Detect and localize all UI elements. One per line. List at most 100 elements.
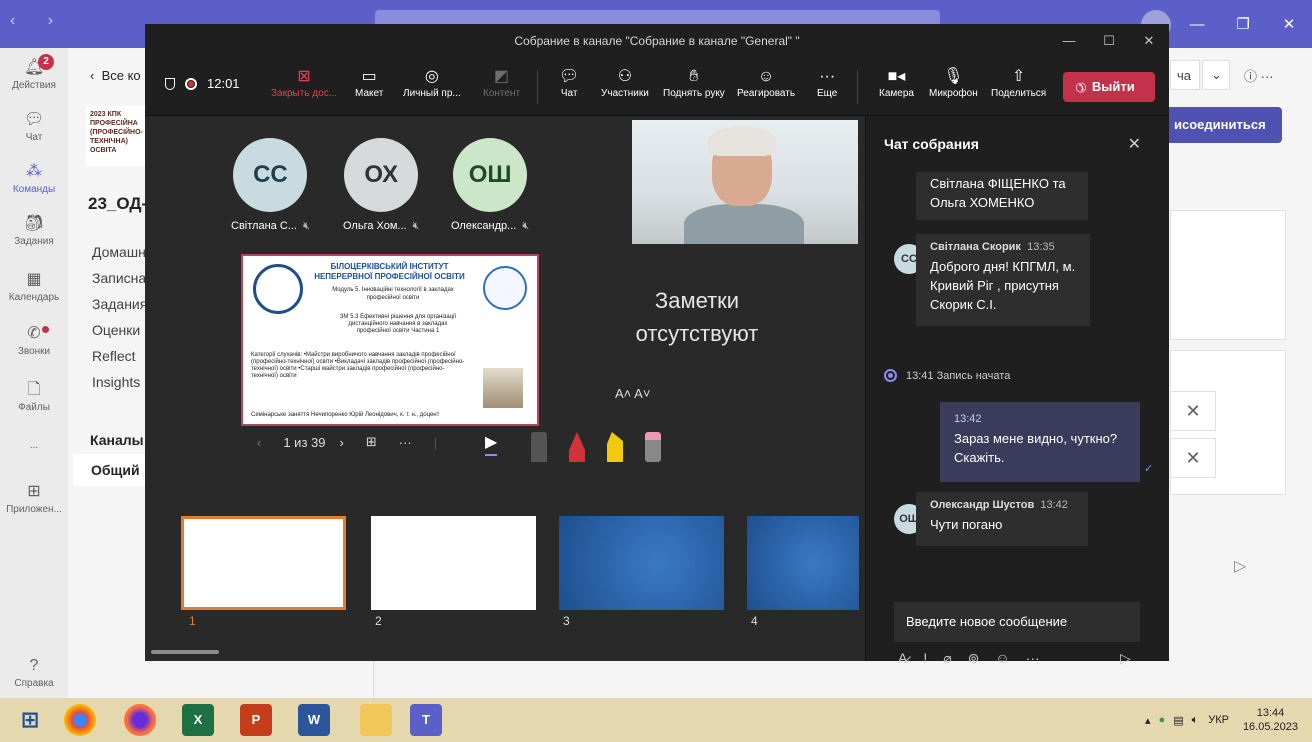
attach-icon[interactable]: ⌀ (943, 650, 951, 667)
separator (537, 70, 538, 104)
rail-teams[interactable]: ⁂ Команды (0, 162, 68, 195)
security-icon[interactable]: ● (1159, 714, 1166, 726)
phone-icon: ✆ (27, 325, 41, 342)
language-indicator[interactable]: УКР (1208, 714, 1229, 726)
pen-icon[interactable] (531, 432, 547, 462)
rail-help[interactable]: ? Справка (0, 656, 68, 689)
back-link[interactable]: ‹ Все ко (90, 68, 141, 83)
content-button[interactable]: ◩ Контент (483, 66, 520, 99)
excel-icon[interactable]: X (182, 704, 214, 736)
leave-button[interactable]: ✆ Выйти (1063, 72, 1155, 102)
slide-thumbnail[interactable] (181, 516, 346, 610)
slide-module: Модуль 5. Інноваційні технології в закла… (332, 287, 454, 301)
minimize-icon[interactable]: — (1174, 0, 1220, 48)
channels-heading[interactable]: Каналы (90, 432, 144, 448)
marker-red-icon[interactable] (569, 432, 585, 462)
video-feed[interactable] (632, 120, 858, 244)
chat-message-meta: Олександр Шустов 13:42 (930, 496, 1074, 515)
more-button[interactable]: ··· Еще (817, 66, 837, 99)
chevron-down-icon[interactable]: ⌄ (1202, 60, 1230, 90)
format-icon[interactable]: A̷ (898, 650, 907, 667)
clock-date: 16.05.2023 (1242, 721, 1298, 733)
raise-hand-button[interactable]: ✋︎ Поднять руку (663, 66, 725, 99)
rail-label: Задания (14, 236, 54, 247)
nav-grades[interactable]: Оценки (92, 322, 140, 338)
nav-insights[interactable]: Insights (92, 374, 140, 390)
camera-label: Камера (879, 88, 914, 99)
slide-thumbnail[interactable] (747, 516, 859, 610)
eraser-icon[interactable] (645, 432, 661, 462)
send-icon[interactable]: ▷ (1120, 650, 1131, 667)
grid-view-icon[interactable]: ⊞ (366, 434, 377, 450)
dismiss-icon[interactable]: ✕ (1170, 438, 1216, 478)
share-button[interactable]: ⇧ Поделиться (991, 66, 1046, 99)
more-icon[interactable]: ··· (1026, 650, 1040, 667)
layout-button[interactable]: ▭ Макет (355, 66, 383, 99)
compose-toolbar: A̷ ! ⌀ ⊚ ☺ ··· (898, 650, 1040, 667)
word-icon[interactable]: W (298, 704, 330, 736)
chat-title: Чат собрания (884, 136, 979, 152)
thumbnail-scrollbar[interactable] (151, 650, 219, 654)
participants-button[interactable]: ⚇ Участники (601, 66, 649, 99)
slide-thumbnail[interactable] (559, 516, 724, 610)
close-icon[interactable]: ✕ (1129, 24, 1169, 58)
firefox-icon[interactable] (124, 704, 156, 736)
rail-chat[interactable]: 💬︎ Чат (0, 110, 68, 143)
slide-photo (483, 368, 523, 408)
chat-button[interactable]: 💬︎ Чат (559, 66, 579, 99)
participant-tile[interactable]: СС Світлана С... 🔇︎ (231, 138, 310, 233)
shield-icon (165, 77, 175, 90)
pointer-icon[interactable]: ▶ (485, 432, 498, 456)
nav-assignments[interactable]: Задания (92, 296, 147, 312)
info-icon[interactable]: ⓘ ··· (1244, 60, 1274, 90)
chat-message: Олександр Шустов 13:42 Чути погано (916, 492, 1088, 546)
join-button[interactable]: исоединиться (1166, 107, 1282, 143)
send-icon[interactable]: ▷ (1234, 556, 1246, 576)
top-right-label[interactable]: ча (1170, 60, 1200, 90)
minimize-icon[interactable]: — (1049, 24, 1089, 58)
clock[interactable]: 13:44 16.05.2023 (1243, 706, 1298, 734)
powerpoint-icon[interactable]: P (240, 704, 272, 736)
back-forward-icons[interactable]: ‹ › (10, 12, 67, 30)
camera-button[interactable]: ■◂ Камера (879, 66, 914, 99)
rail-calendar[interactable]: ▦ Календарь (0, 270, 68, 303)
smile-icon: ☺ (757, 68, 775, 85)
dismiss-icon[interactable]: ✕ (1170, 391, 1216, 431)
maximize-icon[interactable]: ❐ (1220, 0, 1266, 48)
nav-home[interactable]: Домашн (92, 244, 146, 260)
maximize-icon[interactable]: ☐ (1089, 24, 1129, 58)
close-icon[interactable]: ✕ (1266, 0, 1312, 48)
windows-start-icon[interactable]: ⊞ (14, 704, 46, 736)
rail-calls[interactable]: ✆ Звонки (0, 324, 68, 357)
volume-icon[interactable]: 🔈︎ (1192, 714, 1199, 727)
loop-icon[interactable]: ⊚ (968, 650, 980, 667)
react-button[interactable]: ☺ Реагировать (737, 66, 795, 99)
highlighter-icon[interactable] (607, 432, 623, 462)
emoji-icon[interactable]: ☺ (995, 650, 1009, 667)
rail-more[interactable]: ... (0, 440, 68, 451)
more-icon[interactable]: ··· (399, 435, 412, 450)
chat-compose-input[interactable]: Введите новое сообщение (894, 602, 1140, 642)
prev-slide-icon[interactable]: ‹ (257, 435, 261, 450)
mic-button[interactable]: 🎙︎ Микрофон (929, 66, 978, 99)
close-icon[interactable]: ✕ (1128, 134, 1141, 154)
font-size-controls[interactable]: A˄ A˅ (615, 386, 650, 401)
network-icon[interactable]: ▤ (1173, 714, 1183, 727)
participant-tile[interactable]: ОХ Ольга Хом... 🔇︎ (343, 138, 420, 233)
stop-share-button[interactable]: ⊠ Закрыть дос... (271, 66, 337, 99)
slide-thumbnail[interactable] (371, 516, 536, 610)
rail-files[interactable]: 🗋 Файлы (0, 380, 68, 413)
slide-title: БІЛОЦЕРКІВСЬКИЙ ІНСТИТУТ НЕПЕРЕРВНОЇ ПРО… (314, 262, 465, 281)
nav-reflect[interactable]: Reflect (92, 348, 136, 364)
participant-tile[interactable]: ОШ Олександр... 🔇︎ (451, 138, 529, 233)
important-icon[interactable]: ! (923, 650, 927, 667)
rail-activity[interactable]: 🔔︎ 2 Действия (0, 54, 68, 91)
tray-arrow-icon[interactable]: ▴ (1145, 714, 1151, 727)
rail-apps[interactable]: ⊞ Приложен... (0, 482, 68, 515)
chrome-icon[interactable] (64, 704, 96, 736)
rail-assignments[interactable]: 🎒︎ Задания (0, 214, 68, 247)
file-explorer-icon[interactable] (360, 704, 392, 736)
personal-button[interactable]: ◎ Личный пр... (403, 66, 461, 99)
next-slide-icon[interactable]: › (339, 435, 343, 450)
teams-icon[interactable]: T (410, 704, 442, 736)
